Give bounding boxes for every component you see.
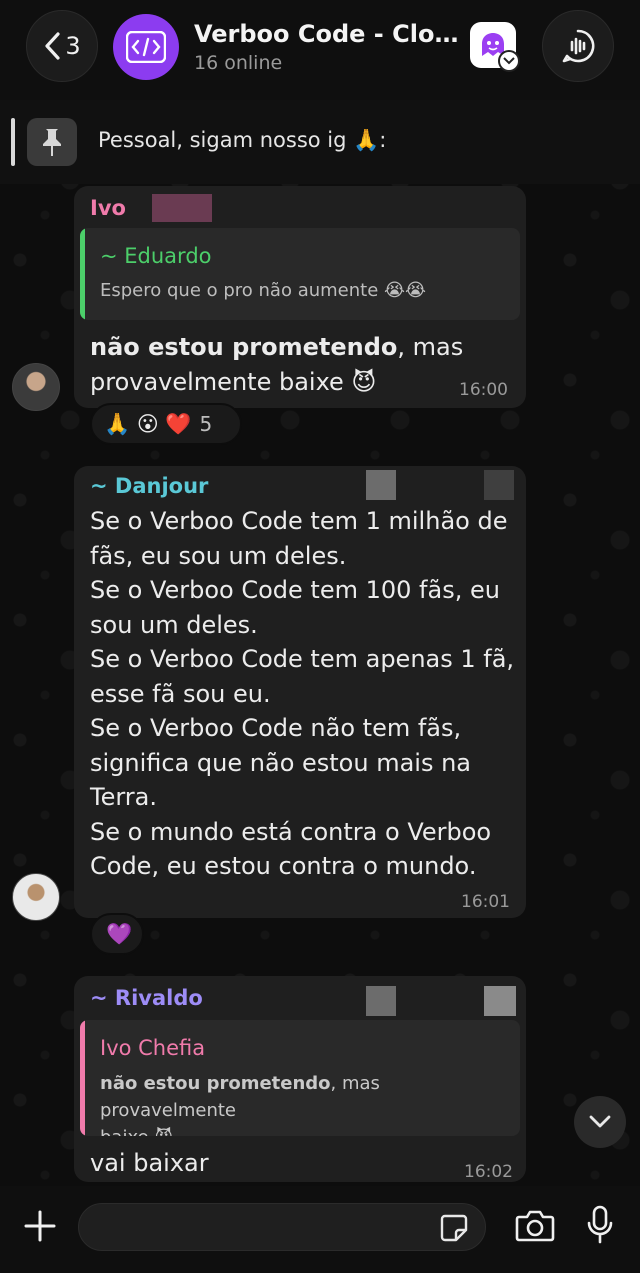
- pin-icon: [43, 129, 61, 156]
- message-line: Terra.: [90, 783, 157, 811]
- quoted-message[interactable]: ~ Eduardo Espero que o pro não aumente 😭…: [80, 228, 520, 320]
- quote-sender: ~ Eduardo: [100, 244, 212, 268]
- message-text-line: provavelmente baixe 😈: [90, 367, 377, 396]
- scroll-to-bottom-button[interactable]: [574, 1096, 626, 1148]
- camera-button[interactable]: [515, 1208, 555, 1246]
- quoted-message[interactable]: Ivo Chefia não estou prometendo, mas pro…: [80, 1020, 520, 1136]
- unread-count: 3: [65, 32, 81, 60]
- online-status: 16 online: [194, 52, 283, 74]
- pinned-text: Pessoal, sigam nosso ig 🙏:: [98, 128, 387, 152]
- attach-button[interactable]: [20, 1206, 60, 1246]
- censored-area: [484, 470, 514, 500]
- censored-area: [366, 470, 396, 500]
- reaction-emojis: 💜: [106, 921, 133, 946]
- pin-icon-box: [27, 118, 77, 166]
- app-shortcut[interactable]: [470, 22, 520, 72]
- message-line: fãs, eu sou um deles.: [90, 541, 347, 570]
- chevron-down-icon: [589, 1115, 611, 1128]
- message-sender[interactable]: Ivo: [90, 196, 126, 220]
- censored-area: [484, 986, 516, 1016]
- reactions-pill[interactable]: 🙏 😮 ❤️ 5: [90, 403, 242, 445]
- quote-bar: [80, 1020, 85, 1136]
- group-avatar[interactable]: [113, 14, 179, 80]
- message-line: significa que não estou mais na: [90, 748, 472, 777]
- message-text: Se o Verboo Code tem 1 milhão de fãs, eu…: [90, 504, 514, 884]
- message-bubble[interactable]: ~ Danjour Se o Verboo Code tem 1 milhão …: [74, 466, 526, 918]
- back-chevron-icon: [45, 32, 60, 60]
- message-text: vai baixar: [90, 1149, 209, 1177]
- message-input-bar: [0, 1186, 640, 1273]
- reaction-count: 5: [199, 412, 213, 436]
- back-button[interactable]: 3: [26, 10, 98, 82]
- microphone-icon: [587, 1205, 613, 1244]
- message-time: 16:02: [464, 1162, 513, 1182]
- censored-area: [366, 986, 396, 1016]
- message-bubble[interactable]: Ivo ~ Eduardo Espero que o pro não aumen…: [74, 186, 526, 408]
- sticker-button[interactable]: [439, 1213, 469, 1247]
- sticker-icon: [440, 1214, 468, 1242]
- message-text-bold: não estou prometendo: [90, 333, 398, 361]
- message-line: Se o Verboo Code tem apenas 1 fã,: [90, 645, 515, 673]
- pinned-indicator: [11, 118, 15, 166]
- message-line: esse fã sou eu.: [90, 679, 271, 708]
- camera-icon: [515, 1210, 555, 1242]
- censored-area: [152, 194, 212, 222]
- message-bubble[interactable]: ~ Rivaldo Ivo Chefia não estou prometend…: [74, 976, 526, 1182]
- microphone-button[interactable]: [585, 1204, 615, 1250]
- message-line: sou um deles.: [90, 610, 258, 639]
- group-title[interactable]: Verboo Code - Closed...: [194, 20, 464, 48]
- message-line: Se o Verboo Code não tem fãs,: [90, 714, 462, 742]
- quote-sender: Ivo Chefia: [100, 1036, 206, 1060]
- message-input[interactable]: [78, 1203, 486, 1251]
- message-sender[interactable]: ~ Danjour: [90, 474, 208, 498]
- quote-text-line: baixe 😈: [100, 1124, 520, 1136]
- message-time: 16:00: [459, 380, 508, 400]
- message-line: Code, eu estou contra o mundo.: [90, 852, 477, 880]
- message-time: 16:01: [461, 892, 510, 912]
- pinned-message-bar[interactable]: Pessoal, sigam nosso ig 🙏:: [0, 100, 640, 184]
- chevron-down-icon: [503, 57, 515, 65]
- message-text-rest: , mas: [397, 333, 464, 361]
- message-line: Se o Verboo Code tem 1 milhão de: [90, 507, 508, 535]
- message-sender[interactable]: ~ Rivaldo: [90, 986, 203, 1010]
- voice-call-button[interactable]: [542, 10, 614, 82]
- avatar[interactable]: [12, 363, 60, 411]
- code-icon: [126, 31, 166, 63]
- quote-bar: [80, 228, 85, 320]
- voice-call-icon: [562, 29, 595, 63]
- reactions-pill[interactable]: 💜: [90, 913, 144, 955]
- quote-text-bold: não estou prometendo: [100, 1073, 331, 1094]
- message-line: Se o Verboo Code tem 100 fãs, eu: [90, 576, 500, 604]
- chat-header: 3 Verboo Code - Closed... 16 online: [0, 0, 640, 100]
- dropdown-badge: [498, 50, 520, 72]
- reaction-emojis: 🙏 😮 ❤️: [104, 411, 192, 436]
- message-line: Se o mundo está contra o Verboo: [90, 817, 492, 846]
- message-text: não estou prometendo, mas provavelmente …: [90, 330, 463, 399]
- plus-icon: [24, 1210, 56, 1242]
- quote-text: não estou prometendo, mas provavelmente …: [100, 1070, 520, 1136]
- avatar[interactable]: [12, 873, 60, 921]
- quote-text: Espero que o pro não aumente 😭😭: [100, 280, 427, 301]
